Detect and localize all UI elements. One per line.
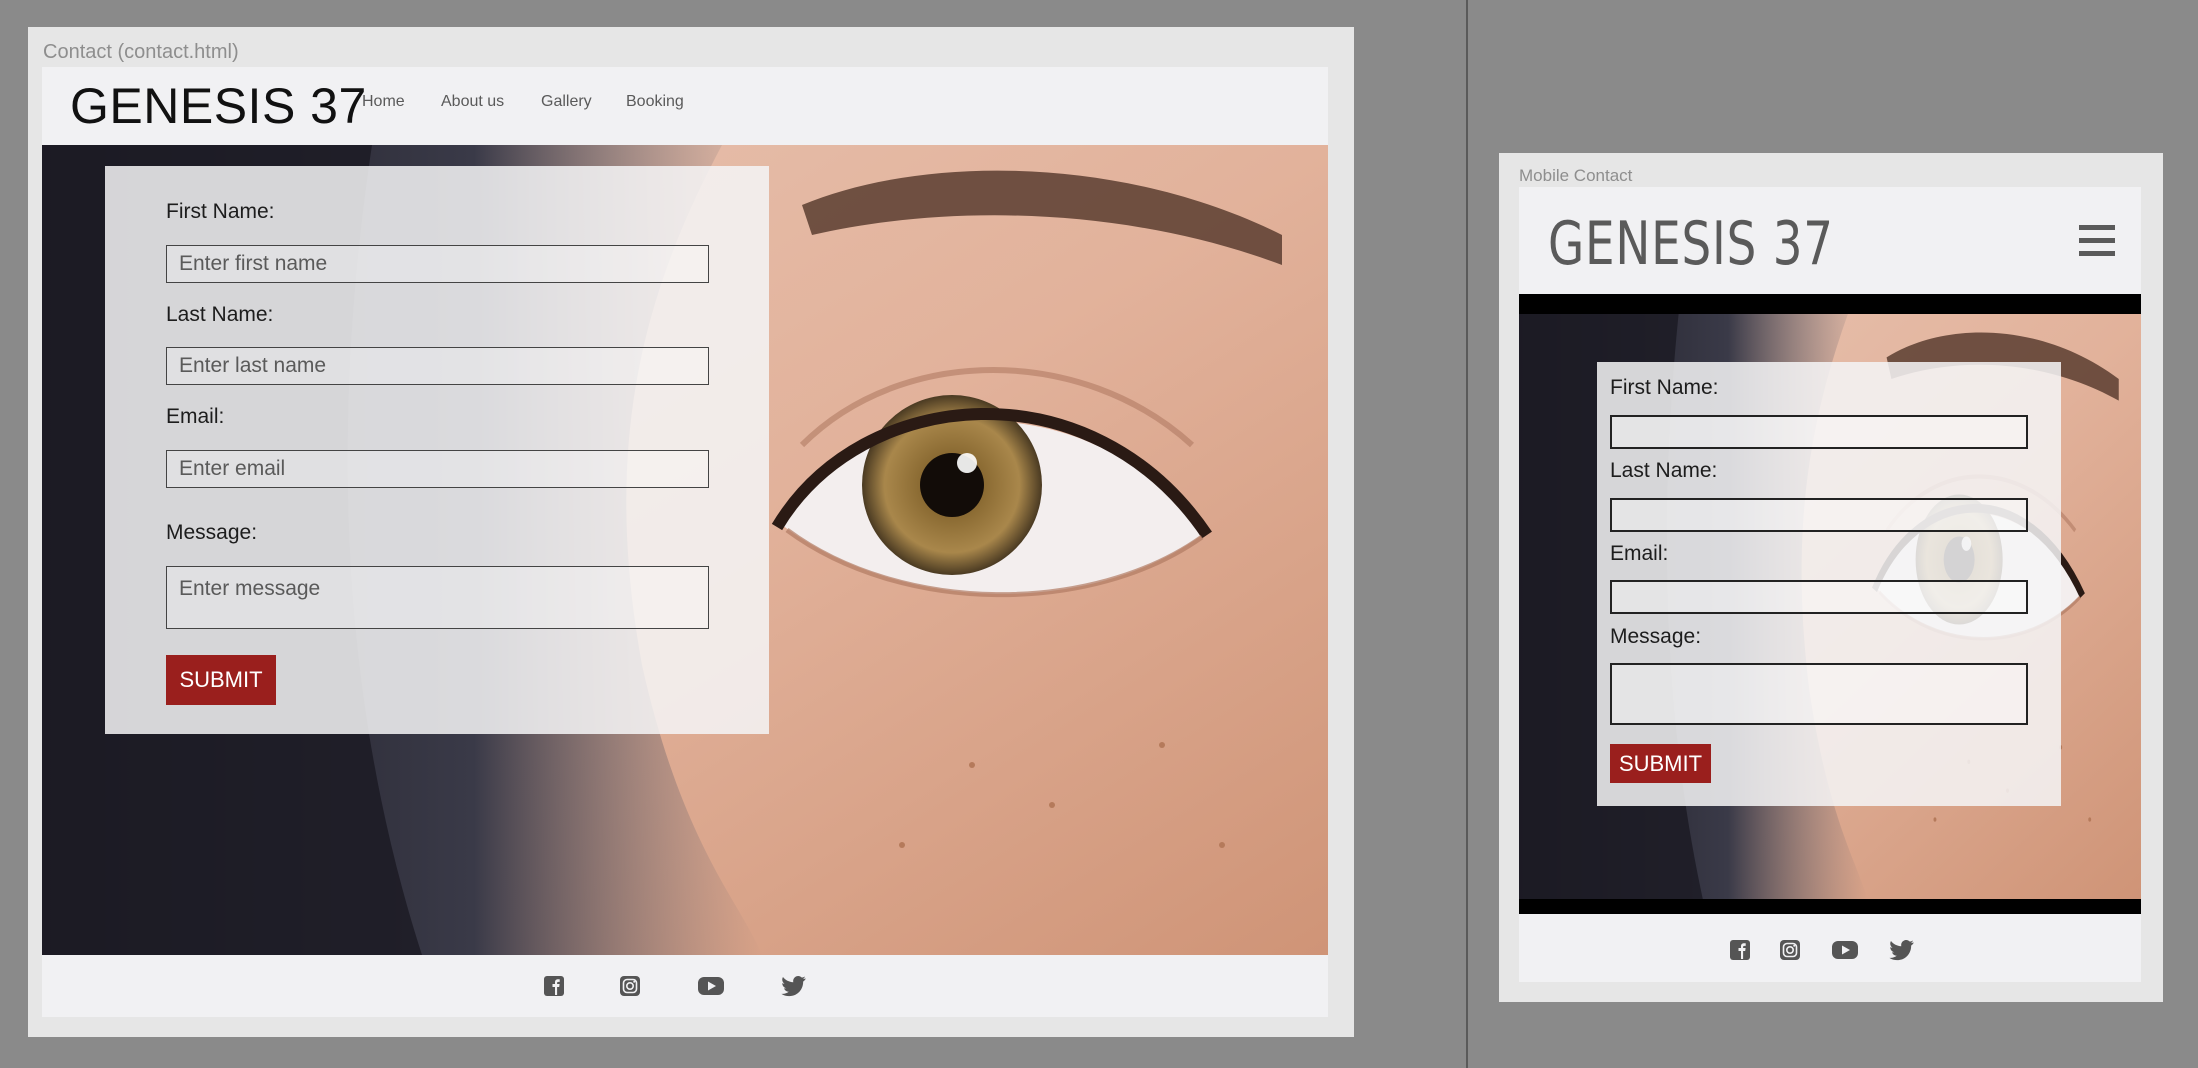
message-placeholder: Enter message xyxy=(179,577,321,600)
facebook-icon[interactable] xyxy=(543,975,565,997)
first-name-label: First Name: xyxy=(166,200,275,223)
nav-link-home[interactable]: Home xyxy=(362,93,405,111)
first-name-input[interactable]: Enter first name xyxy=(166,245,709,283)
contact-form-panel: First Name: Enter first name Last Name: … xyxy=(105,166,769,734)
instagram-icon[interactable] xyxy=(619,975,641,997)
mobile-message-label: Message: xyxy=(1610,625,1702,648)
email-input[interactable]: Enter email xyxy=(166,450,709,488)
nav-link-gallery[interactable]: Gallery xyxy=(541,93,592,111)
mobile-email-label: Email: xyxy=(1610,542,1669,565)
last-name-placeholder: Enter last name xyxy=(179,354,327,377)
mobile-first-name-input[interactable] xyxy=(1610,415,2028,449)
hamburger-menu-button[interactable] xyxy=(2079,225,2115,257)
mobile-message-textarea[interactable] xyxy=(1610,663,2028,725)
message-label: Message: xyxy=(166,521,258,544)
email-placeholder: Enter email xyxy=(179,457,286,480)
twitter-icon[interactable] xyxy=(781,976,807,997)
message-textarea[interactable]: Enter message xyxy=(166,566,709,629)
mobile-twitter-icon[interactable] xyxy=(1889,940,1915,961)
desktop-navbar: GENESIS 37 Home About us Gallery Booking xyxy=(42,67,1328,145)
nav-link-about[interactable]: About us xyxy=(441,93,504,111)
desktop-artboard-label[interactable]: Contact (contact.html) xyxy=(43,41,239,64)
hamburger-icon xyxy=(2079,225,2115,256)
desktop-footer xyxy=(42,955,1328,1017)
site-logo[interactable]: GENESIS 37 xyxy=(70,77,367,135)
last-name-label: Last Name: xyxy=(166,303,274,326)
mobile-instagram-icon[interactable] xyxy=(1779,939,1801,961)
mobile-contact-form-panel: First Name: Last Name: Email: Message: S… xyxy=(1597,362,2061,806)
mobile-youtube-icon[interactable] xyxy=(1831,940,1859,960)
canvas-divider xyxy=(1466,0,1468,1068)
desktop-hero-image: First Name: Enter first name Last Name: … xyxy=(42,145,1328,955)
mobile-artboard-label[interactable]: Mobile Contact xyxy=(1519,166,1632,186)
mobile-email-input[interactable] xyxy=(1610,580,2028,614)
youtube-icon[interactable] xyxy=(697,976,725,996)
last-name-input[interactable]: Enter last name xyxy=(166,347,709,385)
mobile-last-name-input[interactable] xyxy=(1610,498,2028,532)
mobile-first-name-label: First Name: xyxy=(1610,376,1719,399)
mobile-footer xyxy=(1519,914,2141,982)
email-label: Email: xyxy=(166,405,225,428)
mobile-facebook-icon[interactable] xyxy=(1729,939,1751,961)
mobile-navbar: GENESIS 37 xyxy=(1519,187,2141,294)
first-name-placeholder: Enter first name xyxy=(179,252,328,275)
submit-button[interactable]: SUBMIT xyxy=(166,655,276,705)
mobile-submit-button[interactable]: SUBMIT xyxy=(1610,744,1711,783)
mobile-hero-image: First Name: Last Name: Email: Message: S… xyxy=(1519,314,2141,899)
mobile-last-name-label: Last Name: xyxy=(1610,459,1718,482)
nav-link-booking[interactable]: Booking xyxy=(626,93,684,111)
mobile-site-logo[interactable]: GENESIS 37 xyxy=(1548,209,1834,279)
